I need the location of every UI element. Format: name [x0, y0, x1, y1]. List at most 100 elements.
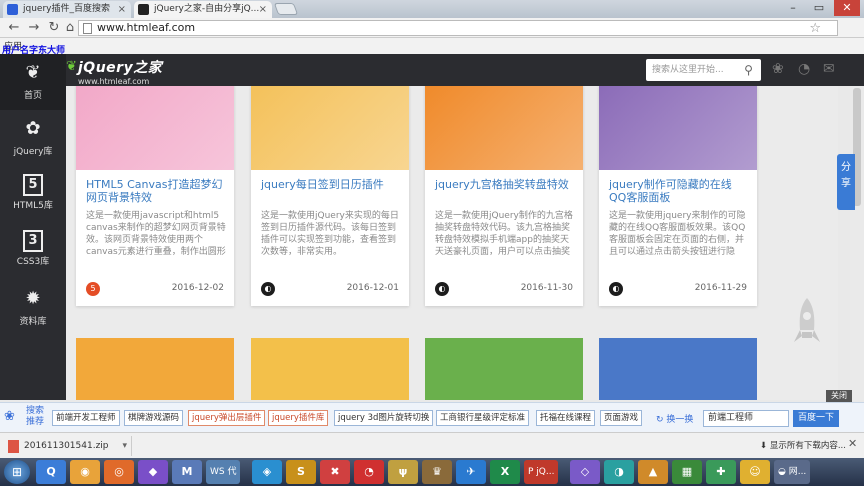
paw-icon[interactable]: ❀ [772, 61, 784, 77]
recommend-chip[interactable]: 前端开发工程师 [52, 410, 120, 426]
recommend-chip[interactable]: jquery插件库 [268, 410, 329, 426]
card[interactable]: HTML5 Canvas打造超梦幻网页背景特效 这是一款使用javascript… [76, 86, 234, 306]
baidu-search-button[interactable]: 百度一下 [793, 410, 839, 427]
recommend-chip[interactable]: jquery弹出层插件 [188, 410, 266, 426]
mail-icon[interactable]: ✉ [823, 61, 835, 77]
taskbar-app-button[interactable]: ◎ [104, 460, 134, 484]
card-thumbnail[interactable] [599, 338, 757, 400]
recommend-chip[interactable]: 页面游戏 [600, 410, 643, 426]
card-thumbnail[interactable] [76, 86, 234, 170]
sidebar-item-label: HTML5库 [13, 201, 53, 211]
card-grid: HTML5 Canvas打造超梦幻网页背景特效 这是一款使用javascript… [66, 86, 838, 400]
share-button[interactable]: 分享 [837, 154, 855, 210]
taskbar-app-button[interactable]: S [286, 460, 316, 484]
sidebar-item-home[interactable]: ❦ 首页 [0, 54, 66, 110]
taskbar-app-button[interactable]: ◇ [570, 460, 600, 484]
tab-baidu-search[interactable]: jquery插件_百度搜索 × [3, 1, 131, 18]
recommend-chip[interactable]: 棋牌游戏源码 [124, 410, 184, 426]
card[interactable]: jquery制作可隐藏的在线QQ客服面板 这是一款使用jquery来制作的可隐藏… [599, 86, 757, 306]
bookmark-star-icon[interactable]: ☆ [809, 22, 821, 36]
sidebar-item-label: CSS3库 [16, 257, 50, 267]
baidu-search-input[interactable]: 前端工程师 [703, 410, 789, 427]
download-filename: 201611301541.zip [24, 441, 109, 451]
show-all-downloads-link[interactable]: ⬇ 显示所有下载内容... [760, 439, 846, 451]
chevron-down-icon[interactable]: ▾ [122, 436, 127, 456]
card-thumbnail[interactable] [599, 86, 757, 170]
taskbar-app-button[interactable]: X [490, 460, 520, 484]
leaf-icon: ✿ [25, 118, 41, 139]
card[interactable] [599, 338, 757, 400]
taskbar-app-button[interactable]: ✖ [320, 460, 350, 484]
taskbar-app-button[interactable]: ◔ [354, 460, 384, 484]
baidu-paw-icon: ❀ [4, 409, 15, 424]
card-title[interactable]: jquery每日签到日历插件 [261, 178, 401, 191]
taskbar-app-button[interactable]: M [172, 460, 202, 484]
card-title[interactable]: jquery制作可隐藏的在线QQ客服面板 [609, 178, 749, 204]
weibo-icon[interactable]: ◔ [798, 61, 810, 77]
refresh-recommend-button[interactable]: ↻ 换一换 [656, 412, 693, 425]
start-button[interactable]: ⊞ [4, 460, 30, 484]
taskbar-app-button[interactable]: ☺ [740, 460, 770, 484]
browser-toolbar: ← → ↻ ⌂ www.htmleaf.com ☆ [0, 18, 864, 38]
back-to-top-rocket-icon[interactable] [792, 296, 822, 352]
recommend-chip[interactable]: 工商银行星级评定标准 [436, 410, 530, 426]
taskbar-app-button[interactable]: ♛ [422, 460, 452, 484]
sidebar-item-resources[interactable]: ✹ 资料库 [0, 280, 66, 336]
tab-htmleaf[interactable]: jQuery之家-自由分享jQ... × [134, 1, 272, 18]
back-arrow-icon[interactable]: ← [6, 20, 22, 36]
card-title[interactable]: HTML5 Canvas打造超梦幻网页背景特效 [86, 178, 226, 204]
taskbar-app-button[interactable]: ✈ [456, 460, 486, 484]
address-bar[interactable]: www.htmleaf.com ☆ [78, 20, 838, 36]
new-tab-button[interactable] [273, 3, 299, 15]
logo-text: jQuery之家 [78, 60, 163, 76]
jquery-icon: ◐ [435, 282, 449, 296]
recommend-chip[interactable]: jquery 3d图片旋转切换 [334, 410, 434, 426]
download-item[interactable]: 201611301541.zip ▾ [6, 436, 132, 456]
tab-close-icon[interactable]: × [118, 1, 126, 18]
card[interactable] [425, 338, 583, 400]
recommend-chip[interactable]: 托福在线课程 [536, 410, 596, 426]
taskbar-app-button[interactable]: ◒ 网... [774, 460, 811, 484]
card-thumbnail[interactable] [76, 338, 234, 400]
close-downloads-icon[interactable]: ✕ [848, 437, 857, 450]
card[interactable] [251, 338, 409, 400]
taskbar-app-button[interactable]: ◉ [70, 460, 100, 484]
taskbar-app-button[interactable]: WS 代 [206, 460, 241, 484]
minimize-button[interactable]: – [780, 0, 806, 16]
taskbar-app-button[interactable]: Q [36, 460, 66, 484]
sidebar-item-css3[interactable]: 3 CSS3库 [0, 224, 66, 280]
card-thumbnail[interactable] [425, 338, 583, 400]
home-icon[interactable]: ⌂ [62, 20, 78, 36]
leaf-icon: ❦ [25, 62, 41, 83]
taskbar-app-button[interactable]: ◆ [138, 460, 168, 484]
close-link[interactable]: 关闭 [826, 390, 852, 402]
site-logo[interactable]: ❦ jQuery之家 www.htmleaf.com [66, 57, 163, 86]
card[interactable]: jquery每日签到日历插件 这是一款使用jQuery来实现的每日签到日历插件源… [251, 86, 409, 306]
taskbar-app-button[interactable]: P jQ... [524, 460, 559, 484]
taskbar-app-button[interactable]: ✚ [706, 460, 736, 484]
show-all-label: 显示所有下载内容... [769, 441, 846, 451]
tab-close-icon[interactable]: × [259, 1, 267, 18]
taskbar-app-button[interactable]: ψ [388, 460, 418, 484]
sidebar-item-jquery[interactable]: ✿ jQuery库 [0, 110, 66, 166]
card-date: 2016-11-29 [694, 283, 747, 293]
card-thumbnail[interactable] [251, 338, 409, 400]
window-close-button[interactable]: ✕ [834, 0, 860, 16]
taskbar-app-button[interactable]: ◈ [252, 460, 282, 484]
card[interactable] [76, 338, 234, 400]
reload-icon[interactable]: ↻ [46, 20, 62, 36]
page-icon [83, 23, 92, 34]
taskbar-app-button[interactable]: ◑ [604, 460, 634, 484]
html5-icon: 5 [86, 282, 100, 296]
taskbar-app-button[interactable]: ▲ [638, 460, 668, 484]
card-thumbnail[interactable] [425, 86, 583, 170]
search-icon[interactable]: ⚲ [736, 59, 761, 81]
card-title[interactable]: jquery九宫格抽奖转盘特效 [435, 178, 575, 191]
forward-arrow-icon[interactable]: → [26, 20, 42, 36]
maximize-button[interactable]: ▭ [806, 0, 832, 16]
card[interactable]: jquery九宫格抽奖转盘特效 这是一款使用jQuery制作的九宫格抽奖转盘特效… [425, 86, 583, 306]
sidebar-item-html5[interactable]: 5 HTML5库 [0, 168, 66, 224]
tab-label: jQuery之家-自由分享jQ... [154, 4, 260, 14]
taskbar-app-button[interactable]: ▦ [672, 460, 702, 484]
card-thumbnail[interactable] [251, 86, 409, 170]
